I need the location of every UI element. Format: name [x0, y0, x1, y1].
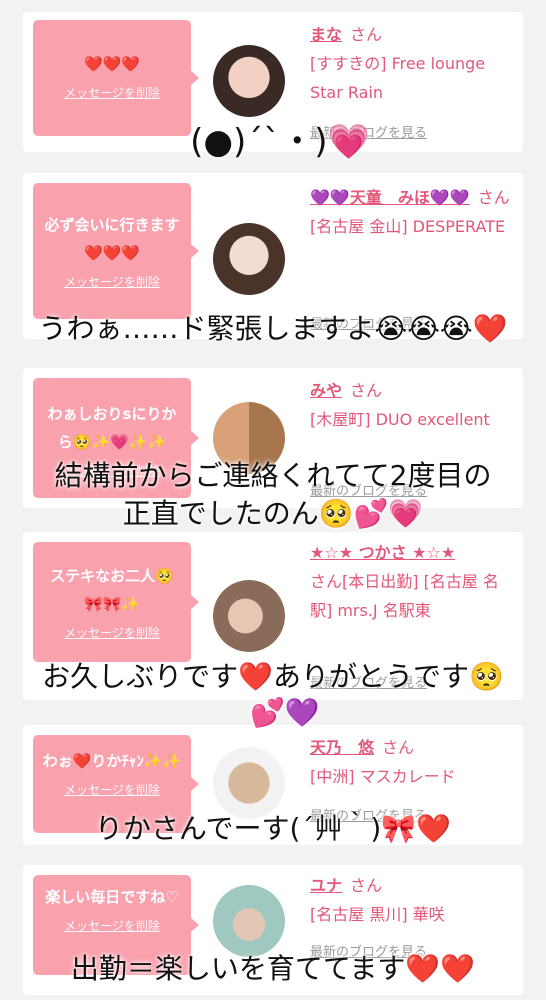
profile-name[interactable]: 天乃 悠	[310, 738, 374, 757]
profile-name[interactable]: 💜💜天童 みほ💜💜	[310, 188, 470, 207]
message-text: ❤️❤️❤️	[83, 55, 141, 73]
message-text: わぁしおりsにりから🥺✨💗✨✨	[47, 405, 177, 451]
profile-info: まな さん [すすきの] Free lounge Star Rain	[310, 20, 515, 107]
overlay-caption: (●)´`・)💗	[190, 122, 370, 162]
message-text: 必ず会いに行きます❤️❤️❤️	[44, 216, 180, 262]
shop-name: [中洲] マスカレード	[310, 767, 456, 786]
shop-name: [すすきの] Free lounge Star Rain	[310, 54, 486, 102]
avatar[interactable]	[213, 45, 285, 117]
honorific: さん	[350, 381, 383, 400]
honorific: さん	[477, 188, 510, 207]
honorific: さん	[310, 572, 343, 591]
avatar[interactable]	[213, 885, 285, 957]
profile-name[interactable]: みや	[310, 381, 342, 400]
overlay-caption: 出勤＝楽しいを育ててます❤️❤️	[70, 952, 476, 985]
overlay-caption: お久しぶりです❤️ありがとうです🥺	[42, 660, 504, 693]
message-bubble: ❤️❤️❤️ メッセージを削除	[33, 20, 199, 136]
overlay-caption: うわぁ……ド緊張しますよ😭😭😭❤️	[38, 312, 508, 345]
avatar[interactable]	[213, 223, 285, 295]
overlay-caption: 正直でしたのん🥺💕💗	[122, 497, 424, 530]
message-text: 楽しい毎日ですね♡	[45, 888, 179, 906]
delete-message-link[interactable]: メッセージを削除	[41, 273, 183, 290]
message-text: ステキなお二人🥺🎀🎀✨	[50, 567, 174, 613]
delete-message-link[interactable]: メッセージを削除	[41, 624, 183, 641]
profile-name[interactable]: ★☆★ つかさ ★☆★	[310, 543, 455, 562]
avatar[interactable]	[213, 580, 285, 652]
profile-info: みや さん [木屋町] DUO excellent	[310, 376, 515, 434]
shop-name: さん[本日出勤] [名古屋 名駅] mrs.J 名駅東	[310, 567, 515, 625]
profile-info: 天乃 悠さん [中洲] マスカレード	[310, 733, 515, 791]
shop-name: [名古屋 金山] DESPERATE	[310, 217, 506, 236]
delete-message-link[interactable]: メッセージを削除	[41, 84, 183, 101]
shop-name: [名古屋 黒川] 華咲	[310, 905, 445, 924]
honorific: さん	[350, 876, 383, 895]
delete-message-link[interactable]: メッセージを削除	[41, 917, 183, 934]
honorific: さん	[350, 25, 383, 44]
profile-name[interactable]: まな	[310, 25, 342, 44]
message-text: わぉ❤️りかﾁｬﾝ✨✨	[42, 752, 182, 770]
overlay-caption: 結構前からご連絡くれてて2度目の	[54, 459, 492, 492]
profile-info: 💜💜天童 みほ💜💜 さん [名古屋 金山] DESPERATE	[310, 183, 515, 241]
delete-message-link[interactable]: メッセージを削除	[41, 781, 183, 798]
profile-info: ★☆★ つかさ ★☆★ さん[本日出勤] [名古屋 名駅] mrs.J 名駅東	[310, 538, 515, 625]
shop-name: [木屋町] DUO excellent	[310, 410, 490, 429]
honorific: さん	[382, 738, 415, 757]
message-bubble: ステキなお二人🥺🎀🎀✨ メッセージを削除	[33, 542, 199, 662]
profile-name[interactable]: ユナ	[310, 876, 342, 895]
profile-info: ユナ さん [名古屋 黒川] 華咲	[310, 871, 515, 929]
avatar[interactable]	[213, 747, 285, 819]
overlay-caption: りかさんでーす(´艸｀)🎀❤️	[94, 812, 452, 845]
message-bubble: 必ず会いに行きます❤️❤️❤️ メッセージを削除	[33, 183, 199, 319]
overlay-caption: 💕💜	[250, 696, 320, 729]
